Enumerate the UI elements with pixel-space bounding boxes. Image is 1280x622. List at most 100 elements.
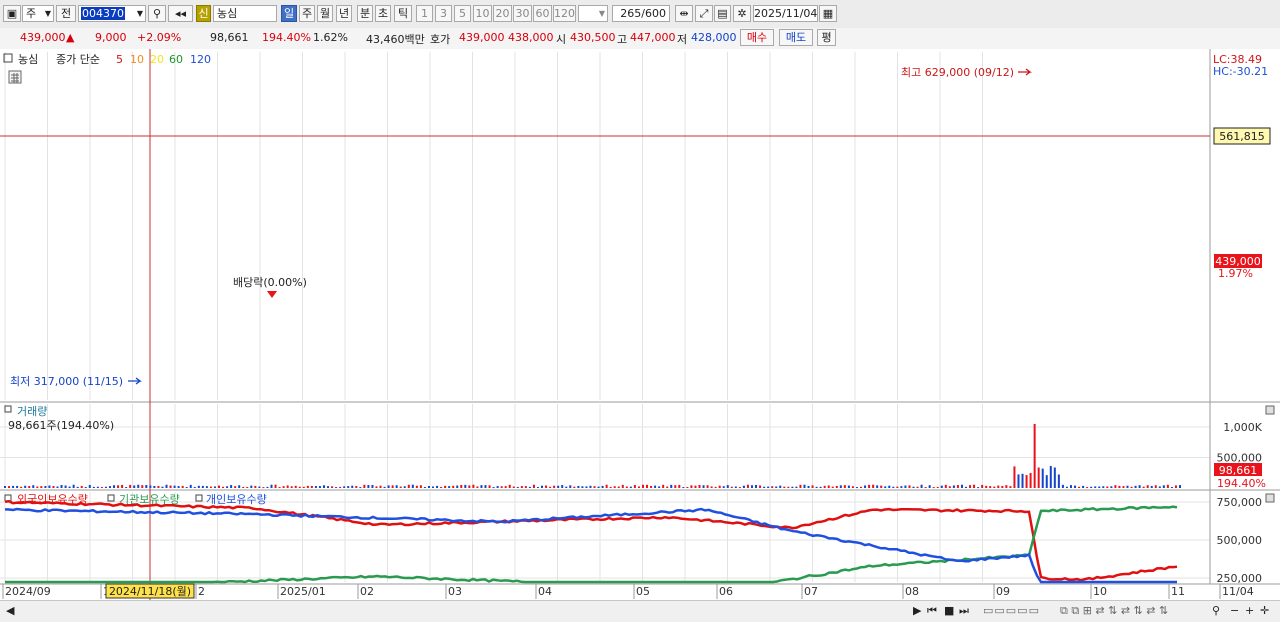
volume-bar [213,486,216,488]
volume-current-text: 98,661 [1219,464,1258,477]
move-icon[interactable]: ✛ [1260,604,1269,617]
volume-bar [807,485,810,488]
volume-bar [290,486,293,488]
zoom-out-icon[interactable]: − [1230,604,1239,617]
volume-bar [266,486,269,488]
interval-3[interactable]: 3 [435,5,452,22]
period-tab-second[interactable]: 초 [375,5,391,22]
zoom-in-icon[interactable]: + [1245,604,1254,617]
buy-button[interactable]: 매수 [740,29,774,46]
volume-bar [936,486,939,488]
period-tab-tick[interactable]: 틱 [394,5,412,22]
volume-bar [100,486,103,488]
volume-bar [64,485,67,488]
x-axis-label: 2025/01 [280,585,326,598]
sell-button[interactable]: 매도 [779,29,813,46]
volume-bar [1074,485,1077,488]
volume-bar [36,486,39,488]
chart-tools-icons[interactable]: ⧉ ⧉ ⊞ ⇄ ⇅ ⇄ ⇅ ⇄ ⇅ [1060,604,1168,618]
forward-icon[interactable]: ⏭ [959,604,969,618]
volume-bar [339,486,342,488]
gear-icon[interactable]: ✲ [733,5,751,22]
stock-code-input[interactable]: 004370 ▼ [78,5,146,22]
volume-bar [76,486,79,488]
volume-bar [690,485,693,488]
period-tab-year[interactable]: 년 [336,5,352,22]
volume-bar [246,486,249,488]
interval-select[interactable]: ▼ [578,5,608,22]
draw-tool-icon[interactable]: ⤢ [695,5,713,22]
avg-price-button[interactable]: 평 [817,29,836,46]
volume-bar [387,485,390,488]
volume-bar [1118,485,1121,488]
volume-bar [678,484,681,488]
volume-bar [460,484,463,488]
interval-120[interactable]: 120 [553,5,576,22]
volume-bar [771,486,774,488]
scroll-bar[interactable]: ◀ ▶ ⏮ ■ ⏭ ▭▭▭▭▭ ⧉ ⧉ ⊞ ⇄ ⇅ ⇄ ⇅ ⇄ ⇅ ⚲ − + … [0,600,1280,622]
zoom-slider[interactable]: ▭▭▭▭▭ [983,604,1040,617]
volume-bar [335,487,338,489]
volume-bar [205,486,208,488]
volume-bar [884,486,887,488]
cursor-date-text: 2024/11/18(월) [109,585,191,598]
layout-icon[interactable]: ▣ [3,5,21,22]
period-tab-day[interactable]: 일 [281,5,297,22]
interval-1[interactable]: 1 [416,5,433,22]
volume-current-pct: 194.40% [1217,477,1266,490]
volume-bar [997,485,1000,488]
volume-bar [1021,473,1024,488]
panel-maximize-icon[interactable] [1265,405,1275,415]
volume-bar [1090,486,1093,488]
period-tab-minute[interactable]: 분 [357,5,373,22]
stop-icon[interactable]: ■ [944,604,954,617]
volume-bar [367,485,370,488]
volume-bar [20,486,23,488]
volume-bar [282,486,285,488]
market-badge: 신 [196,5,211,22]
calendar-icon[interactable]: ▦ [819,5,837,22]
interval-10[interactable]: 10 [473,5,492,22]
interval-5[interactable]: 5 [454,5,471,22]
volume-bar [541,485,544,488]
volume-bar [48,485,51,488]
scroll-right-icon[interactable]: ▶ [913,604,921,617]
interval-30[interactable]: 30 [513,5,532,22]
interval-60[interactable]: 60 [533,5,552,22]
volume-bar [44,485,47,488]
period-tab-week[interactable]: 주 [299,5,315,22]
period-type-select[interactable]: 주 ▼ [22,5,54,22]
volume-bar [524,486,527,488]
interval-20[interactable]: 20 [493,5,512,22]
volume-bar [916,486,919,488]
volume-bar [84,487,87,489]
stock-chart[interactable]: 농심 종가 단순 5 10 20 60 120 LC:38.49 HC:-30.… [0,49,1280,600]
compare-button[interactable]: 전 [56,5,76,22]
date-field[interactable]: 2025/11/04 [753,5,818,22]
volume-bar [892,486,895,488]
fit-chart-icon[interactable]: ⇹ [675,5,693,22]
data-count-field[interactable]: 265/600 [612,5,670,22]
volume-bar [177,486,180,488]
volume-bar [472,484,475,488]
open-price: 430,500 [570,31,616,44]
search-icon[interactable]: ⚲ [148,5,166,22]
volume-bar [415,485,418,488]
volume-bar [351,485,354,488]
stock-name-field[interactable]: 농심 [213,5,277,22]
volume-bar [298,486,301,488]
volume-bar [686,486,689,488]
volume-bar [1154,485,1157,488]
save-icon[interactable]: ▤ [714,5,731,22]
volume-bar [278,487,281,489]
volume-bar [193,487,196,489]
speaker-icon[interactable]: ◂◂ [168,5,193,22]
zoom-search-icon[interactable]: ⚲ [1212,604,1220,617]
scroll-left-icon[interactable]: ◀ [6,604,14,617]
volume-bar [864,485,867,488]
volume-bar [985,485,988,488]
rewind-icon[interactable]: ⏮ [927,604,937,618]
ma-label-120: 120 [190,53,211,66]
panel-maximize-icon[interactable] [1265,493,1275,503]
period-tab-month[interactable]: 월 [317,5,333,22]
